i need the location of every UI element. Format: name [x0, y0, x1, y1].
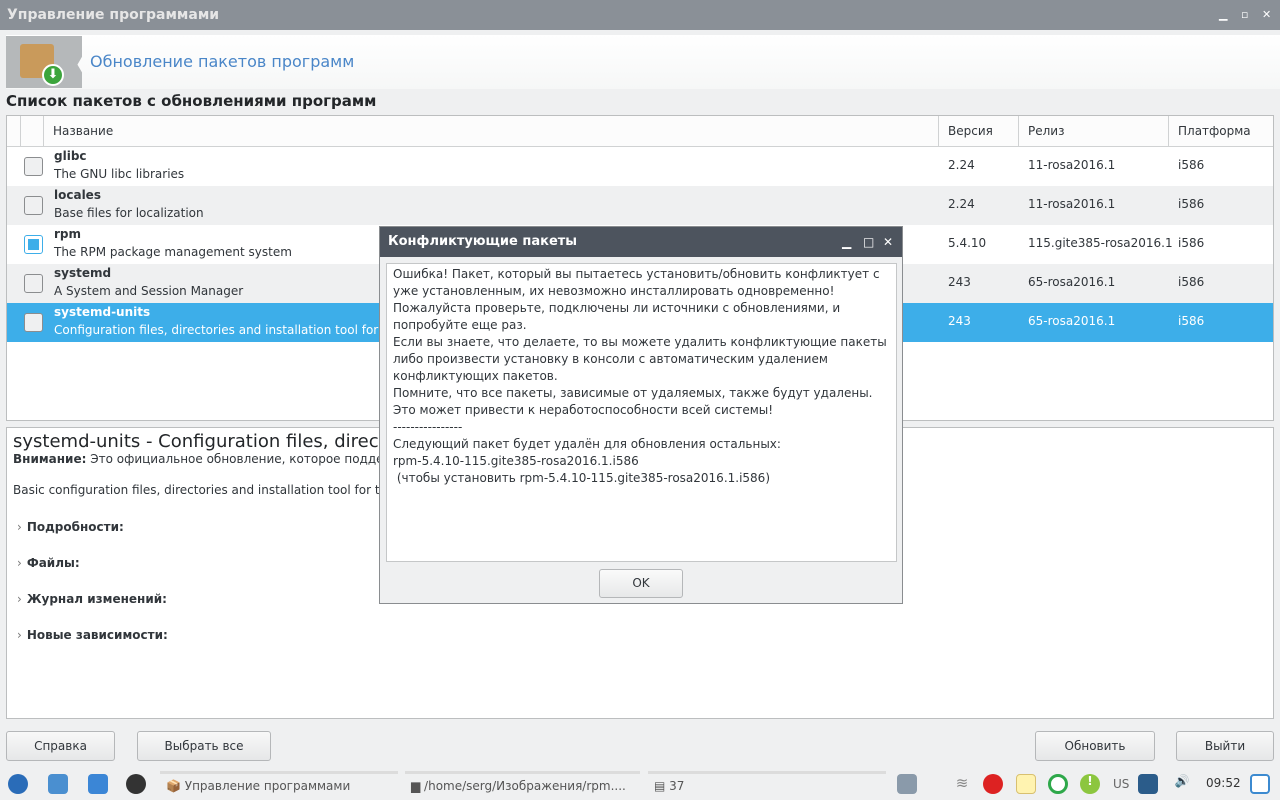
- chevron-right-icon: ›: [17, 628, 22, 642]
- package-release: 115.gite385-rosa2016.1: [1028, 236, 1173, 250]
- column-release[interactable]: Релиз: [1019, 116, 1169, 147]
- package-platform: i586: [1178, 197, 1205, 211]
- package-description: The RPM package management system: [54, 245, 292, 259]
- clock[interactable]: 09:52: [1206, 776, 1241, 790]
- section-title: Список пакетов с обновлениями программ: [6, 92, 377, 110]
- close-icon[interactable]: ✕: [883, 227, 893, 257]
- quit-button[interactable]: Выйти: [1176, 731, 1274, 761]
- task-label: 37: [669, 779, 685, 793]
- status-icon[interactable]: [1048, 774, 1068, 794]
- package-checkbox[interactable]: [24, 196, 43, 215]
- package-name: rpm: [54, 227, 82, 241]
- table-row[interactable]: locales Base files for localization 2.24…: [7, 186, 1273, 225]
- minimize-icon[interactable]: ▁: [842, 227, 851, 257]
- chevron-right-icon: ›: [17, 556, 22, 570]
- package-description: Base files for localization: [54, 206, 204, 220]
- expander-details[interactable]: › Подробности:: [17, 520, 124, 534]
- page-header: ⬇ Обновление пакетов программ: [6, 35, 1280, 89]
- start-menu-icon[interactable]: [8, 774, 28, 794]
- dialog-titlebar: Конфликтующие пакеты ▁ □ ✕: [380, 227, 902, 257]
- package-checkbox[interactable]: [24, 235, 43, 254]
- task-image-viewer[interactable]: ▆ /home/serg/Изображения/rpm....: [405, 771, 640, 797]
- expander-label: Журнал изменений:: [26, 592, 167, 606]
- browser-icon[interactable]: [126, 774, 146, 794]
- package-version: 5.4.10: [948, 236, 987, 250]
- conflict-dialog: Конфликтующие пакеты ▁ □ ✕ Ошибка! Пакет…: [379, 226, 903, 604]
- package-name: locales: [54, 188, 101, 202]
- image-icon: ▆: [411, 779, 425, 793]
- close-icon[interactable]: ✕: [1262, 0, 1271, 30]
- package-version: 243: [948, 275, 971, 289]
- sync-icon[interactable]: [983, 774, 1003, 794]
- update-button[interactable]: Обновить: [1035, 731, 1155, 761]
- package-platform: i586: [1178, 158, 1205, 172]
- text-editor-icon[interactable]: [88, 774, 108, 794]
- expander-files[interactable]: › Файлы:: [17, 556, 80, 570]
- usb-drive-icon[interactable]: [1138, 774, 1158, 794]
- volume-icon[interactable]: 🔊: [1172, 774, 1192, 794]
- package-checkbox[interactable]: [24, 274, 43, 293]
- package-release: 65-rosa2016.1: [1028, 275, 1116, 289]
- minimize-icon[interactable]: ▁: [1219, 0, 1227, 30]
- package-icon: 📦: [166, 779, 185, 793]
- package-name: systemd-units: [54, 305, 151, 319]
- updater-icon[interactable]: [897, 774, 917, 794]
- expander-dependencies[interactable]: › Новые зависимости:: [17, 628, 168, 642]
- package-release: 65-rosa2016.1: [1028, 314, 1116, 328]
- help-button[interactable]: Справка: [6, 731, 115, 761]
- ok-button[interactable]: OK: [599, 569, 683, 598]
- expander-label: Новые зависимости:: [26, 628, 168, 642]
- package-description: Configuration files, directories and ins…: [54, 323, 434, 337]
- package-platform: i586: [1178, 314, 1205, 328]
- chevron-right-icon: ›: [17, 520, 22, 534]
- column-version[interactable]: Версия: [939, 116, 1019, 147]
- header-check: [21, 116, 44, 147]
- column-platform[interactable]: Платформа: [1169, 116, 1273, 147]
- package-checkbox[interactable]: [24, 313, 43, 332]
- taskbar: 📦 Управление программами ▆ /home/serg/Из…: [0, 768, 1280, 800]
- folder-icon: ▤: [654, 779, 670, 793]
- package-version: 2.24: [948, 197, 975, 211]
- package-description: The GNU libc libraries: [54, 167, 185, 181]
- package-version: 2.24: [948, 158, 975, 172]
- file-manager-icon[interactable]: [48, 774, 68, 794]
- task-software-manager[interactable]: 📦 Управление программами: [160, 771, 398, 797]
- package-release: 11-rosa2016.1: [1028, 158, 1116, 172]
- notification-icon[interactable]: !: [1080, 774, 1100, 794]
- package-platform: i586: [1178, 275, 1205, 289]
- page-title: Обновление пакетов программ: [90, 52, 355, 71]
- column-name[interactable]: Название: [44, 116, 939, 147]
- clipboard-icon[interactable]: [1016, 774, 1036, 794]
- wifi-icon[interactable]: ≋: [952, 774, 972, 794]
- maximize-icon[interactable]: □: [863, 227, 874, 257]
- maximize-icon[interactable]: ▫: [1241, 0, 1248, 30]
- package-update-icon: ⬇: [6, 36, 82, 88]
- expander-changelog[interactable]: › Журнал изменений:: [17, 592, 167, 606]
- keyboard-layout[interactable]: US: [1113, 777, 1129, 791]
- package-release: 11-rosa2016.1: [1028, 197, 1116, 211]
- package-description: A System and Session Manager: [54, 284, 244, 298]
- warning-label: Внимание:: [13, 452, 87, 466]
- window-titlebar: Управление программами: [0, 0, 1280, 30]
- dialog-message: Ошибка! Пакет, который вы пытаетесь уста…: [386, 263, 897, 562]
- header-spacer: [7, 116, 21, 147]
- task-label: Управление программами: [184, 779, 351, 793]
- show-desktop-icon[interactable]: [1250, 774, 1270, 794]
- package-name: systemd: [54, 266, 112, 280]
- expander-label: Файлы:: [26, 556, 80, 570]
- task-label: /home/serg/Изображения/rpm....: [424, 779, 626, 793]
- task-file-manager[interactable]: ▤ 37: [648, 771, 886, 797]
- chevron-right-icon: ›: [17, 592, 22, 606]
- package-platform: i586: [1178, 236, 1205, 250]
- table-row[interactable]: glibc The GNU libc libraries 2.24 11-ros…: [7, 147, 1273, 186]
- select-all-button[interactable]: Выбрать все: [137, 731, 271, 761]
- dialog-title: Конфликтующие пакеты: [388, 234, 578, 249]
- window-title: Управление программами: [7, 7, 220, 23]
- package-checkbox[interactable]: [24, 157, 43, 176]
- package-version: 243: [948, 314, 971, 328]
- package-name: glibc: [54, 149, 87, 163]
- expander-label: Подробности:: [26, 520, 124, 534]
